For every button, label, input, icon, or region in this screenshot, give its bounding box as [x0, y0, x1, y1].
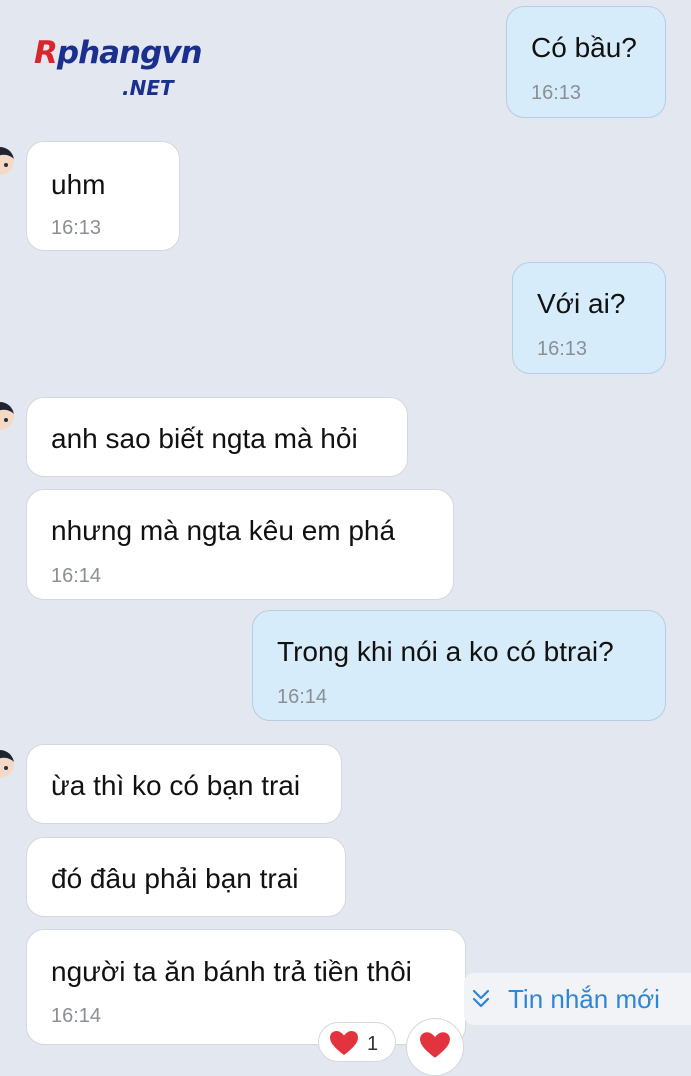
contact-avatar[interactable]: [0, 750, 14, 778]
message-bubble-incoming[interactable]: đó đâu phải bạn trai: [26, 837, 346, 917]
message-time: 16:13: [537, 338, 588, 360]
message-time: 16:13: [531, 82, 582, 104]
message-bubble-incoming[interactable]: nhưng mà ngta kêu em phá 16:14: [26, 489, 454, 600]
message-text: nhưng mà ngta kêu em phá: [51, 515, 396, 546]
message-text: Trong khi nói a ko có btrai?: [277, 636, 614, 667]
new-messages-label: Tin nhắn mới: [508, 983, 660, 1014]
message-text: anh sao biết ngta mà hỏi: [51, 423, 358, 454]
message-text: uhm: [51, 169, 106, 200]
message-time: 16:14: [51, 565, 102, 587]
message-text: ừa thì ko có bạn trai: [51, 770, 301, 801]
watermark-suffix: .NET: [122, 76, 174, 100]
reaction-summary-chip[interactable]: 1: [318, 1022, 396, 1062]
message-bubble-outgoing[interactable]: Với ai? 16:13: [512, 262, 666, 374]
message-time: 16:14: [277, 686, 328, 708]
message-text: Có bầu?: [531, 32, 637, 63]
new-messages-button[interactable]: Tin nhắn mới: [464, 973, 691, 1025]
message-bubble-incoming[interactable]: ừa thì ko có bạn trai: [26, 744, 342, 824]
heart-icon: [420, 1032, 450, 1058]
chat-thread[interactable]: Rphangvn .NET Có bầu? 16:13 uhm 16:13 Vớ…: [0, 0, 691, 1076]
message-time: 16:13: [51, 217, 102, 239]
message-text: người ta ăn bánh trả tiền thôi: [51, 956, 412, 987]
message-bubble-outgoing[interactable]: Có bầu? 16:13: [506, 6, 666, 118]
message-bubble-incoming[interactable]: uhm 16:13: [26, 141, 180, 251]
heart-icon: [330, 1031, 358, 1055]
message-bubble-outgoing[interactable]: Trong khi nói a ko có btrai? 16:14: [252, 610, 666, 721]
message-text: đó đâu phải bạn trai: [51, 863, 299, 894]
contact-avatar[interactable]: [0, 402, 14, 430]
contact-avatar[interactable]: [0, 147, 14, 175]
message-bubble-incoming[interactable]: người ta ăn bánh trả tiền thôi 16:14: [26, 929, 466, 1045]
reaction-count: 1: [367, 1033, 379, 1055]
react-heart-button[interactable]: [406, 1018, 464, 1076]
watermark-logo: Rphangvn .NET: [34, 35, 203, 99]
message-bubble-incoming[interactable]: anh sao biết ngta mà hỏi: [26, 397, 408, 477]
double-chevron-down-icon: [472, 989, 490, 1008]
message-time: 16:14: [51, 1005, 102, 1027]
message-text: Với ai?: [537, 288, 626, 319]
watermark-brand: Rphangvn: [34, 35, 203, 71]
